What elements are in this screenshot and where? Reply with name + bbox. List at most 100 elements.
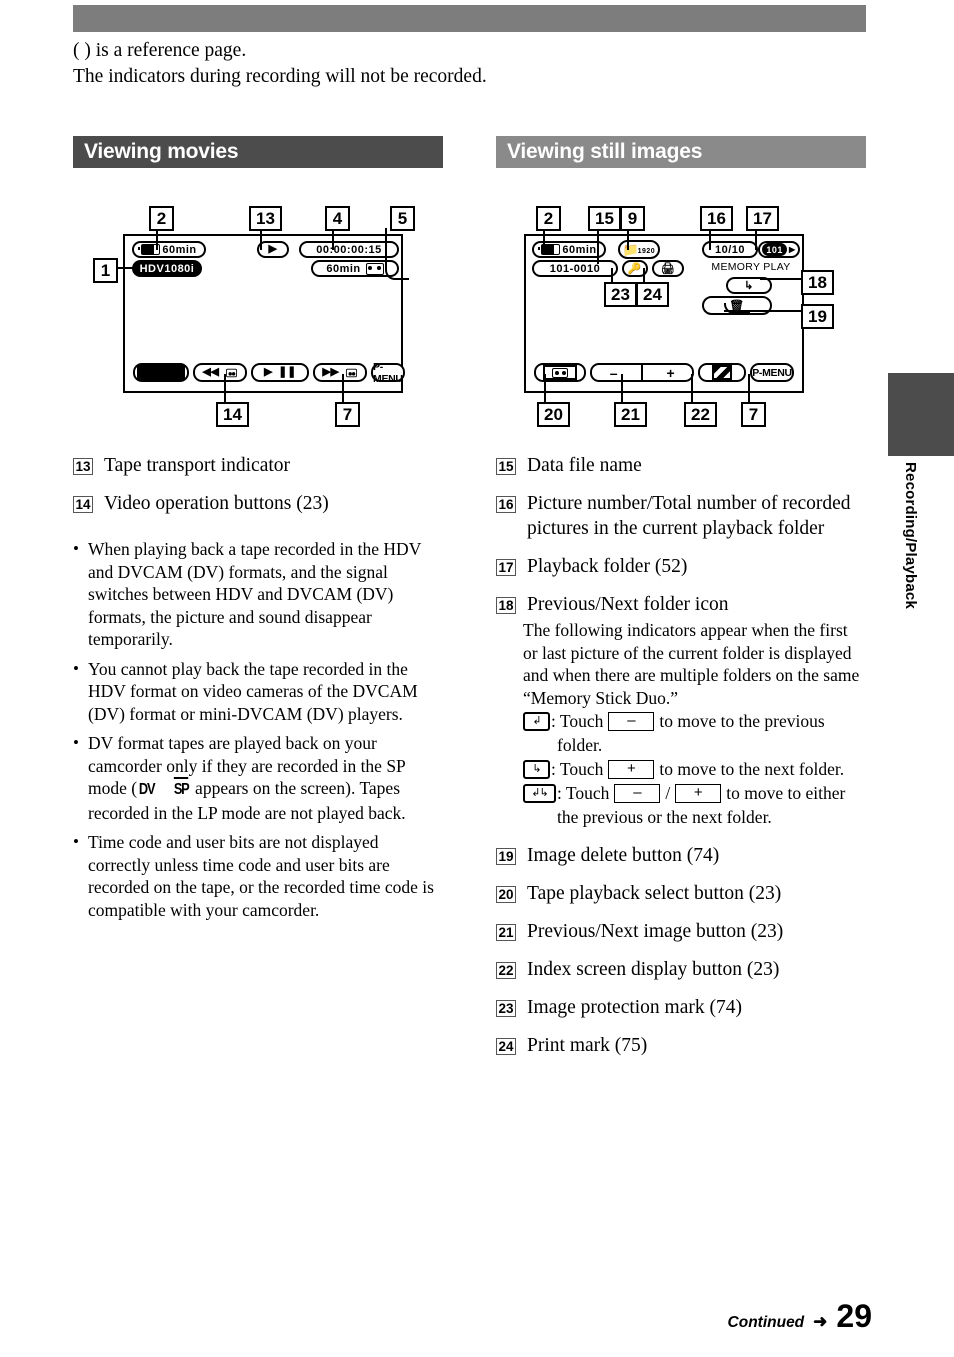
touch-post: to move to the previous — [659, 711, 825, 731]
leader-9 — [627, 228, 629, 250]
item-label: Picture number/Total number of recorded … — [527, 493, 851, 539]
list-item: 24 Print mark (75) — [496, 1033, 866, 1058]
tape-playback-select-button[interactable] — [534, 363, 586, 382]
callout-17: 17 — [746, 206, 779, 231]
image-size-label: 1920 — [637, 248, 656, 255]
callout-7: 7 — [335, 402, 360, 427]
intro-text: ( ) is a reference page. The indicators … — [73, 38, 773, 90]
printer-icon: 🖨 — [660, 263, 676, 275]
minus-key[interactable]: – — [614, 783, 661, 803]
previous-next-image-button[interactable]: – + — [590, 363, 694, 382]
callout-1: 1 — [93, 258, 118, 283]
play-icon: ▶ — [263, 366, 273, 378]
p-menu-button[interactable]: P-MENU — [371, 360, 405, 385]
item-number: 22 — [496, 962, 517, 979]
callout-19: 19 — [801, 304, 834, 329]
p-menu-button[interactable]: P-MENU — [750, 363, 794, 382]
plus-key[interactable]: + — [675, 783, 722, 803]
intro-line-2: The indicators during recording will not… — [73, 66, 487, 87]
battery-indicator: 60min — [132, 241, 206, 258]
index-screen-display-button[interactable] — [698, 363, 746, 382]
minus-key[interactable]: – — [608, 711, 655, 731]
play-icon: ▶ — [268, 243, 278, 255]
section-header-viewing-movies: Viewing movies — [73, 136, 443, 168]
stills-screen-diagram: 2 15 9 16 17 18 19 23 24 20 21 22 7 60mi… — [496, 206, 866, 440]
list-item: • DV format tapes are played back on you… — [73, 732, 443, 824]
leader-1 — [118, 267, 140, 269]
p-menu-label: P-MENU — [373, 360, 403, 385]
rewind-button[interactable]: ◀◀ — [193, 363, 247, 382]
callout-5: 5 — [390, 206, 415, 231]
stop-button[interactable] — [133, 363, 189, 382]
leader-15 — [597, 228, 599, 264]
side-tab-label: Recording/Playback — [902, 462, 919, 609]
leader-21 — [621, 374, 623, 402]
forward-cassette-icon — [345, 368, 357, 377]
leader-7 — [342, 374, 344, 402]
movies-notes-list: • When playing back a tape recorded in t… — [73, 538, 443, 921]
data-file-name-indicator: 101-0010 — [532, 260, 618, 277]
battery-time-label: 60min — [562, 243, 597, 256]
list-item: 13 Tape transport indicator — [73, 453, 443, 478]
previous-folder-icon: ↲ — [523, 711, 550, 731]
plus-key[interactable]: + — [608, 759, 655, 779]
section-header-viewing-still-images: Viewing still images — [496, 136, 866, 168]
play-pause-button[interactable]: ▶ ❚❚ — [251, 363, 309, 382]
movies-lcd-panel: 60min HDV1080i ▶ 00:00:00:15 60min ◀◀ ▶ … — [123, 234, 405, 393]
leader-13 — [260, 228, 262, 250]
cassette-icon — [552, 367, 568, 378]
item-label: Playback folder (52) — [527, 556, 688, 577]
page-top-rule — [73, 5, 866, 32]
previous-image-label: – — [609, 364, 618, 381]
item-number: 21 — [496, 924, 517, 941]
item-number: 15 — [496, 458, 517, 475]
print-mark: 🖨 — [652, 260, 684, 277]
item-label: Index screen display button (23) — [527, 959, 780, 980]
callout-24: 24 — [636, 282, 669, 307]
callout-7: 7 — [741, 402, 766, 427]
item-label: Print mark (75) — [527, 1035, 648, 1056]
folder-number-badge: 101 — [762, 243, 787, 256]
leader-14 — [224, 374, 226, 402]
leader-16 — [709, 228, 711, 250]
item-number: 19 — [496, 848, 517, 865]
format-badge: HDV1080i — [132, 260, 202, 277]
list-item: 20 Tape playback select button (23) — [496, 881, 866, 906]
item-number: 20 — [496, 886, 517, 903]
movies-screen-diagram: 2 13 4 5 1 14 7 60min HDV1080i ▶ 00:00:0… — [73, 206, 443, 440]
bullet-marker: • — [73, 539, 79, 558]
callout-18: 18 — [801, 270, 834, 295]
item-number: 14 — [73, 496, 94, 513]
list-item: 14 Video operation buttons (23) — [73, 491, 443, 516]
still-operation-buttons: – + P-MENU — [534, 363, 794, 382]
next-folder-icon: ↳ — [523, 759, 550, 779]
list-item: 22 Index screen display button (23) — [496, 957, 866, 982]
leader-5 — [385, 228, 409, 280]
callout-14: 14 — [216, 402, 249, 427]
sp-logo: SP — [174, 777, 190, 802]
item-label: Previous/Next image button (23) — [527, 921, 784, 942]
list-item: 18 Previous/Next folder icon — [496, 592, 866, 617]
data-file-name-label: 101-0010 — [549, 262, 601, 275]
next-image-label: + — [666, 364, 675, 381]
item-label: Tape transport indicator — [104, 455, 291, 476]
leader-7 — [748, 374, 750, 402]
leader-4 — [332, 228, 334, 250]
item-number: 24 — [496, 1038, 517, 1055]
callout-23: 23 — [604, 282, 637, 307]
next-folder-icon: ↳ — [744, 280, 754, 292]
leader-2 — [543, 228, 545, 250]
bullet-marker: • — [73, 733, 79, 752]
cassette-icon — [365, 262, 384, 275]
touch-instruction-either: ↲↳ : Touch – / + to move to either the p… — [523, 781, 866, 829]
folder-icon-note: The following indicators appear when the… — [523, 620, 860, 708]
touch-instruction-next: ↳ : Touch + to move to the next folder. — [523, 757, 866, 781]
side-tab-block — [888, 373, 954, 456]
page-footer: Continued ➜ 29 — [728, 1298, 872, 1335]
forward-button[interactable]: ▶▶ — [313, 363, 367, 382]
list-item: 23 Image protection mark (74) — [496, 995, 866, 1020]
stills-item-list: 15 Data file name 16 Picture number/Tota… — [496, 453, 866, 617]
bullet-text: Time code and user bits are not displaye… — [88, 832, 434, 920]
stills-item-list-2: 19 Image delete button (74) 20 Tape play… — [496, 843, 866, 1058]
cassette-icon-box — [543, 365, 577, 380]
